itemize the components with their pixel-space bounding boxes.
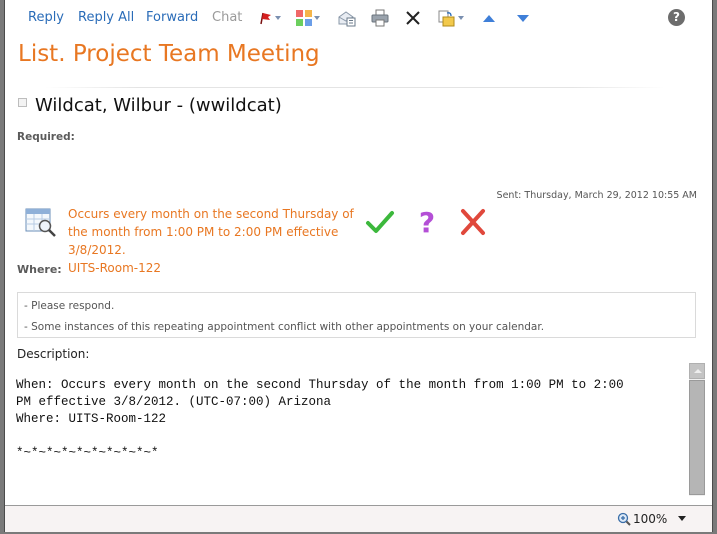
reading-pane: Reply Reply All Forward Chat ? List. Pro… (4, 0, 713, 532)
body-scrollbar[interactable] (689, 363, 705, 496)
accept-icon[interactable] (365, 208, 395, 236)
window-frame: Reply Reply All Forward Chat ? List. Pro… (0, 0, 717, 534)
where-label: Where: (17, 263, 62, 276)
info-bar: - Please respond. - Some instances of th… (17, 292, 696, 338)
delete-icon[interactable] (404, 9, 422, 27)
forward-button[interactable]: Forward (146, 10, 198, 25)
next-item-icon[interactable] (514, 9, 532, 27)
reply-all-button[interactable]: Reply All (78, 10, 134, 25)
required-label: Required: (17, 131, 75, 143)
status-bar: 100% (5, 505, 712, 532)
scroll-up-button[interactable] (689, 363, 705, 379)
previous-item-icon[interactable] (480, 9, 498, 27)
message-body[interactable]: When: Occurs every month on the second T… (5, 363, 712, 503)
categorize-dropdown-icon[interactable] (314, 16, 320, 20)
description-label: Description: (17, 347, 90, 361)
chat-button[interactable]: Chat (212, 10, 242, 25)
zoom-level: 100% (633, 512, 668, 526)
zoom-icon[interactable] (617, 512, 631, 526)
svg-text:?: ? (419, 208, 435, 236)
decline-icon[interactable] (458, 208, 488, 236)
message-title: List. Project Team Meeting (18, 41, 320, 67)
sender-name[interactable]: Wildcat, Wilbur - (wwildcat) (35, 95, 282, 116)
flag-dropdown-icon[interactable] (275, 16, 281, 20)
info-please-respond: - Please respond. (24, 300, 115, 312)
info-conflict: - Some instances of this repeating appoi… (24, 321, 545, 333)
reply-button[interactable]: Reply (28, 10, 64, 25)
flag-icon[interactable] (257, 9, 275, 27)
calendar-search-icon (25, 208, 56, 237)
open-email-icon[interactable] (338, 9, 356, 27)
zoom-dropdown-icon[interactable] (678, 516, 686, 521)
move-icon[interactable] (438, 9, 456, 27)
categorize-icon[interactable] (295, 9, 313, 27)
toolbar: Reply Reply All Forward Chat ? (5, 0, 712, 36)
sender-checkbox[interactable] (18, 98, 27, 107)
scroll-thumb[interactable] (689, 380, 705, 495)
help-icon[interactable]: ? (668, 9, 685, 26)
tentative-icon[interactable]: ? (412, 208, 442, 236)
move-dropdown-icon[interactable] (458, 16, 464, 20)
recurrence-text: Occurs every month on the second Thursda… (68, 207, 354, 257)
message-body-text: When: Occurs every month on the second T… (16, 378, 624, 460)
header-divider (45, 87, 665, 88)
print-icon[interactable] (371, 9, 389, 27)
location-value[interactable]: UITS-Room-122 (68, 261, 161, 275)
sent-timestamp: Sent: Thursday, March 29, 2012 10:55 AM (496, 190, 697, 201)
